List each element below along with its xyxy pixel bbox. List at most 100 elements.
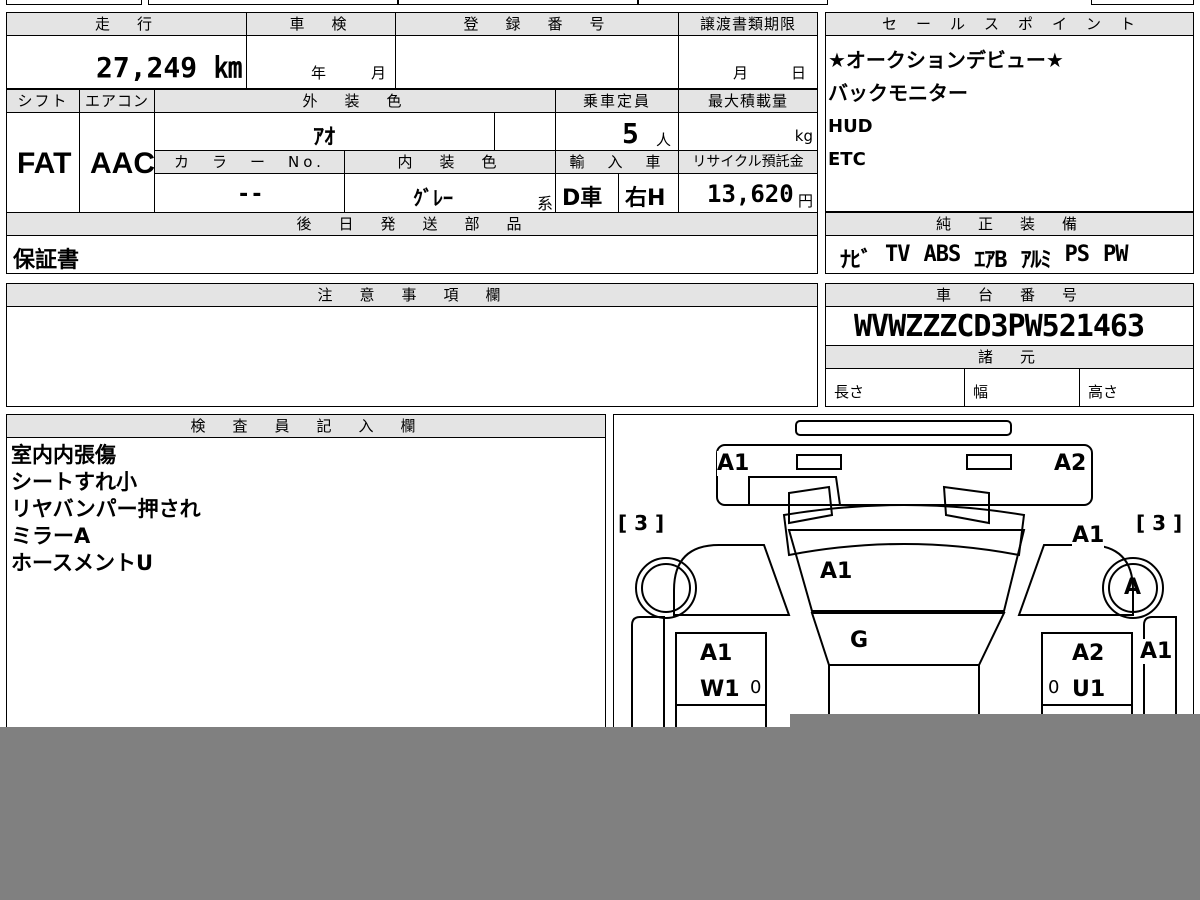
capacity-value: 5 <box>622 117 639 150</box>
inspector-line: リヤバンパー押され <box>11 497 201 521</box>
bracket-right: [ 3 ] <box>1136 511 1183 535</box>
mileage-cell: 27,249 ㎞ <box>6 35 247 89</box>
maxload-unit: kg <box>794 127 813 145</box>
aircon-header: エアコン <box>79 89 155 113</box>
inspector-line: 室内内張傷 <box>11 443 116 467</box>
top-strip <box>6 0 1194 6</box>
spec-length-cell: 長さ <box>825 368 965 407</box>
recycle-cell: 13,620 円 <box>678 173 818 213</box>
later-parts-cell: 保証書 <box>6 235 818 274</box>
shift-cell: FAT <box>6 112 80 213</box>
exterior-header: 外 装 色 <box>154 89 556 113</box>
specs-header: 諸 元 <box>825 345 1194 369</box>
spec-length-label: 長さ <box>834 383 865 401</box>
interior-value: ｸﾞﾚｰ <box>413 186 453 210</box>
shaken-month: 月 <box>371 64 387 82</box>
inspector-body: 室内内張傷 シートすれ小 リヤバンパー押され ミラーA ホースメントU <box>6 437 606 734</box>
mark-left-front-door: A1 <box>700 641 733 666</box>
import-header: 輸 入 車 <box>555 150 679 174</box>
mark-right-pillar: A1 <box>1140 639 1173 664</box>
exterior-cell: ｱｵ <box>154 112 495 151</box>
inspector-line: シートすれ小 <box>11 470 137 494</box>
import-handle-cell: 右H <box>618 173 679 213</box>
colorno-header: カ ラ ー No. <box>154 150 345 174</box>
equipment-item-abs: ABS <box>923 242 962 267</box>
equipment-panel: 純 正 装 備 ﾅﾋﾞ TV ABS ｴｱB ｱﾙﾐ PS PW <box>825 212 1194 274</box>
sales-point-line: ETC <box>828 149 866 170</box>
shaken-year: 年 <box>311 64 327 82</box>
registration-header: 登 録 番 号 <box>395 12 679 36</box>
aircon-cell: AAC <box>79 112 155 213</box>
inspector-header: 検 査 員 記 入 欄 <box>6 414 606 438</box>
notes-body <box>6 306 818 407</box>
sales-points-header: セ ー ル ス ポ イ ン ト <box>825 12 1194 36</box>
shift-header: シフト <box>6 89 80 113</box>
registration-cell <box>395 35 679 89</box>
maxload-cell: kg <box>678 112 818 151</box>
chassis-value: WVWZZZCD3PW521463 <box>854 309 1145 344</box>
mark-front-left: A1 <box>717 451 750 476</box>
interior-suffix: 系 <box>536 194 553 213</box>
redaction-overlay-edge <box>790 714 1200 728</box>
sales-point-line: ★オークションデビュー★ <box>828 48 1064 72</box>
spec-width-cell: 幅 <box>964 368 1080 407</box>
import-drive-cell: D車 <box>555 173 619 213</box>
inspector-panel: 検 査 員 記 入 欄 室内内張傷 シートすれ小 リヤバンパー押され ミラーA … <box>6 414 606 734</box>
equipment-header: 純 正 装 備 <box>825 212 1194 236</box>
capacity-header: 乗車定員 <box>555 89 679 113</box>
equipment-item-alloy: ｱﾙﾐ <box>1020 248 1052 273</box>
mark-right-fender: A1 <box>1072 523 1105 548</box>
later-parts-header: 後 日 発 送 部 品 <box>6 212 818 236</box>
mileage-header: 走 行 <box>6 12 247 36</box>
mark-zero-left: 0 <box>750 677 762 698</box>
colorno-value: -- <box>237 182 264 207</box>
maxload-header: 最大積載量 <box>678 89 818 113</box>
chassis-header: 車 台 番 号 <box>825 283 1194 307</box>
inspector-line: ホースメントU <box>11 551 154 575</box>
mark-right-front-door-2: U1 <box>1072 677 1106 702</box>
mark-right-mirror: A <box>1124 575 1142 600</box>
exterior-extra-cell <box>494 112 556 151</box>
chassis-cell: WVWZZZCD3PW521463 <box>825 306 1194 346</box>
mark-windshield: G <box>850 628 869 653</box>
mark-left-front-door-2: W1 <box>700 677 740 702</box>
shift-value: FAT <box>17 147 72 180</box>
mark-zero-right: 0 <box>1048 677 1060 698</box>
equipment-item-ps: PS <box>1064 242 1090 267</box>
sales-points-panel: セ ー ル ス ポ イ ン ト ★オークションデビュー★ バックモニター HUD… <box>825 12 1194 212</box>
car-diagram-panel: [ 3 ] [ 3 ] A1 A2 A1 A A1 G A1 W1 0 A2 U… <box>613 414 1194 734</box>
equipment-item-tv: TV <box>885 242 910 267</box>
capacity-unit: 人 <box>656 131 672 149</box>
transfer-header: 譲渡書類期限 <box>678 12 818 36</box>
notes-panel: 注 意 事 項 欄 <box>6 283 818 407</box>
notes-header: 注 意 事 項 欄 <box>6 283 818 307</box>
equipment-body: ﾅﾋﾞ TV ABS ｴｱB ｱﾙﾐ PS PW <box>825 235 1194 274</box>
interior-cell: ｸﾞﾚｰ 系 <box>344 173 556 213</box>
spec-height-cell: 高さ <box>1079 368 1194 407</box>
mileage-value: 27,249 ㎞ <box>95 51 242 84</box>
equipment-item-navi: ﾅﾋﾞ <box>840 248 872 273</box>
mark-hood: A1 <box>820 559 853 584</box>
redaction-overlay <box>0 727 1200 900</box>
shaken-cell: 年 月 <box>246 35 396 89</box>
transfer-day: 日 <box>791 64 807 82</box>
exterior-value: ｱｵ <box>313 125 336 150</box>
later-parts-value: 保証書 <box>13 248 80 273</box>
sales-points-body: ★オークションデビュー★ バックモニター HUD ETC <box>825 35 1194 212</box>
bracket-left: [ 3 ] <box>618 511 665 535</box>
recycle-header: リサイクル預託金 <box>678 150 818 174</box>
colorno-cell: -- <box>154 173 345 213</box>
transfer-cell: 月 日 <box>678 35 818 89</box>
chassis-panel: 車 台 番 号 WVWZZZCD3PW521463 諸 元 長さ 幅 高さ <box>825 283 1194 407</box>
inspector-line: ミラーA <box>11 524 91 548</box>
aircon-value: AAC <box>90 147 155 180</box>
spec-height-label: 高さ <box>1088 383 1119 401</box>
import-drive: D車 <box>562 186 603 211</box>
equipment-item-pw: PW <box>1103 242 1128 267</box>
capacity-cell: 5 人 <box>555 112 679 151</box>
sales-point-line: バックモニター <box>828 81 968 105</box>
sales-point-line: HUD <box>828 116 873 137</box>
transfer-month: 月 <box>733 64 749 82</box>
equipment-item-airbag: ｴｱB <box>974 248 1007 273</box>
mark-front-right: A2 <box>1054 451 1087 476</box>
